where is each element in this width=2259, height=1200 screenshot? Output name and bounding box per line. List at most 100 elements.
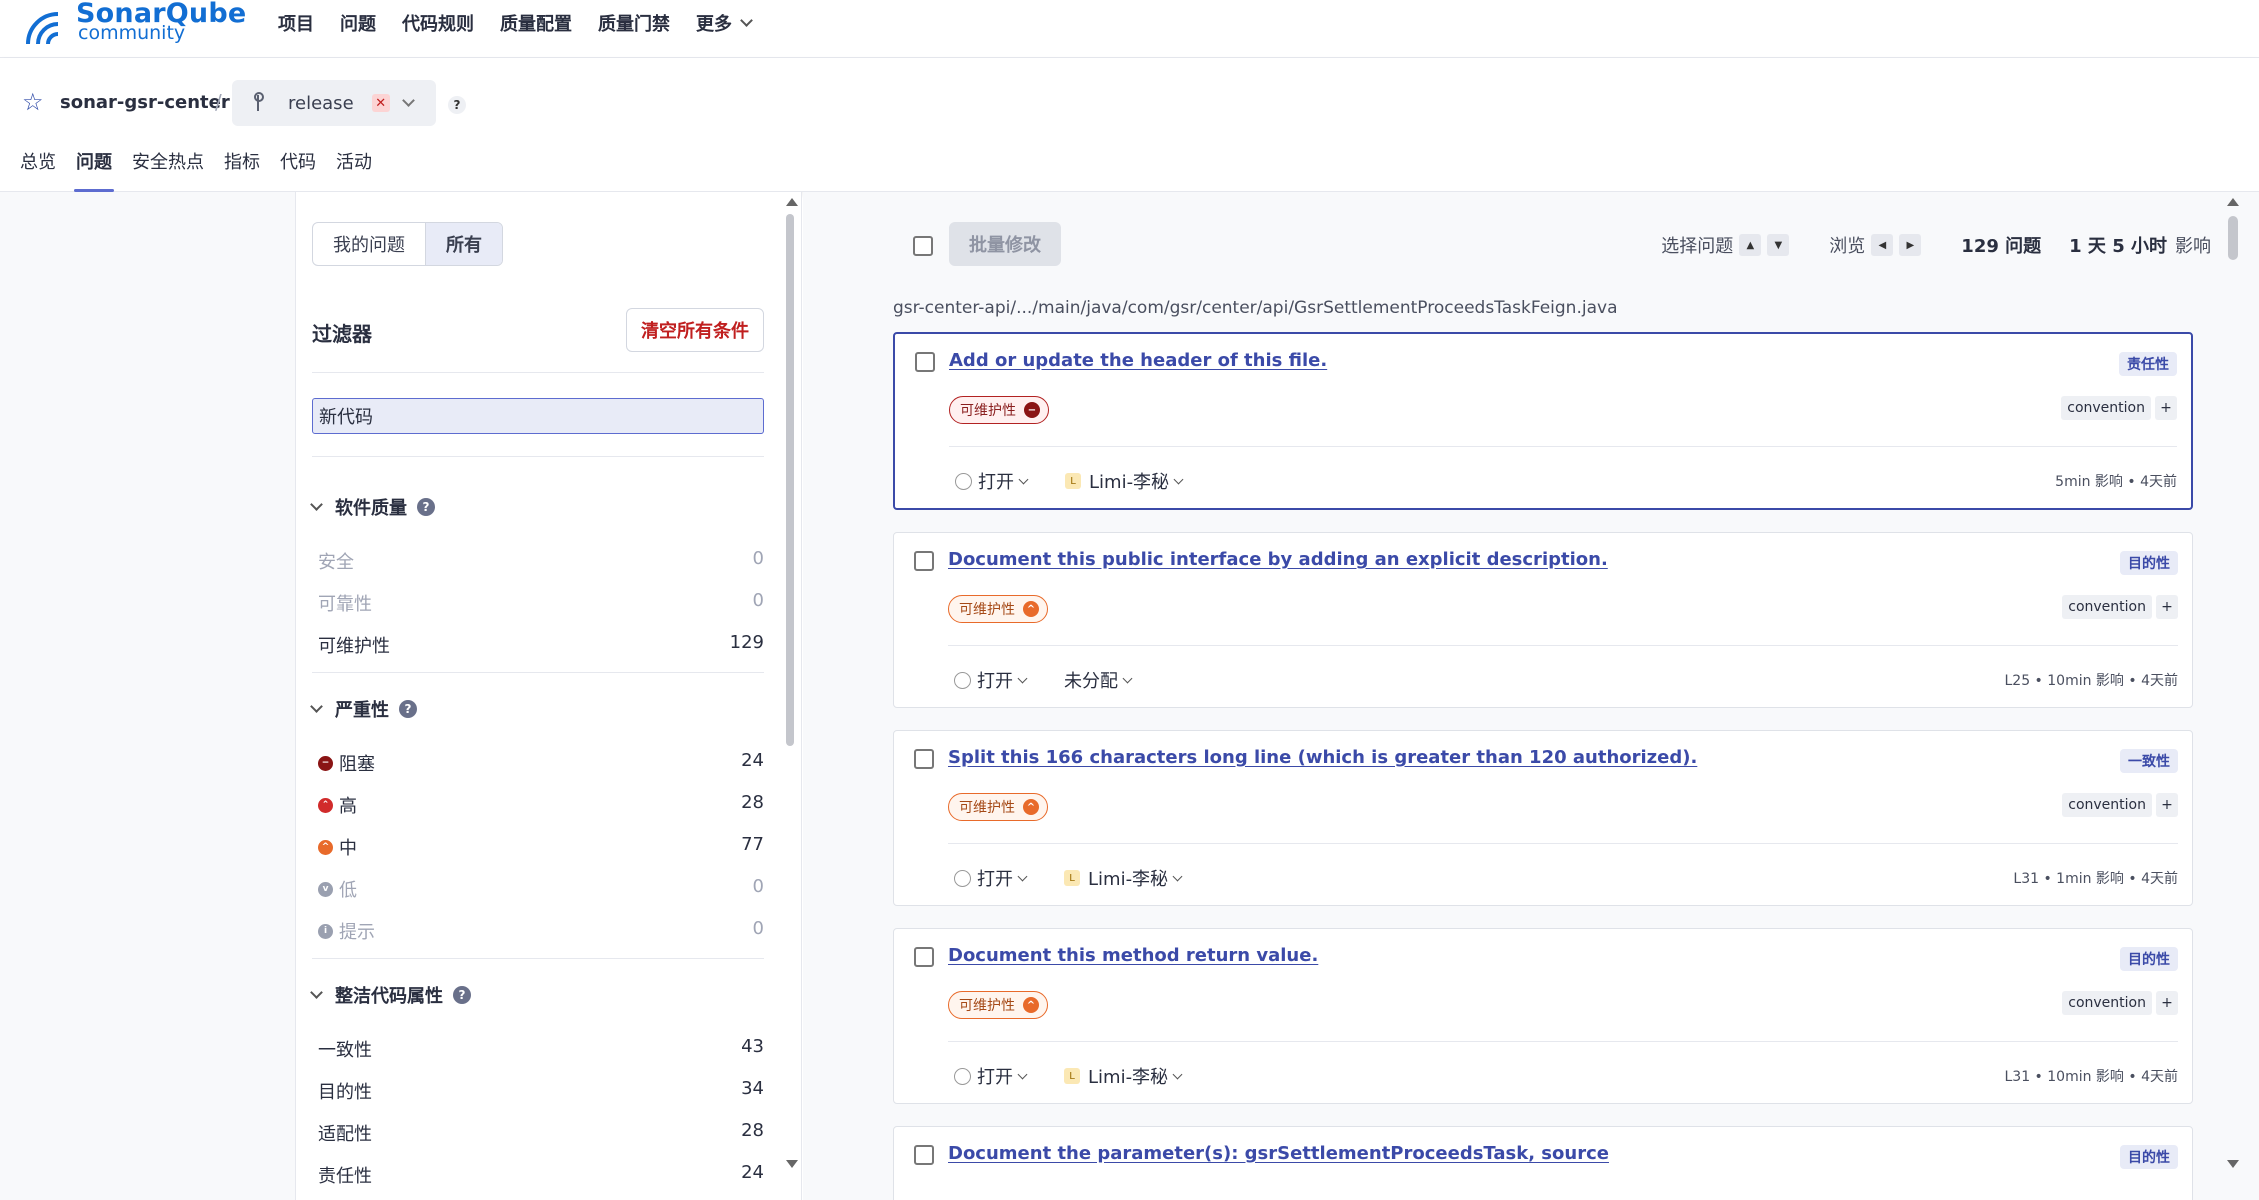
favorite-star-icon[interactable]: ☆ (22, 88, 44, 116)
scroll-up-arrow-icon[interactable] (2227, 198, 2239, 206)
branch-help-icon[interactable]: ? (448, 96, 466, 114)
select-all-checkbox[interactable] (913, 236, 933, 256)
issue-tag[interactable]: convention (2062, 793, 2152, 817)
facet-severity-header[interactable]: 严重性 ? (310, 696, 417, 722)
issue-title-link[interactable]: Document this public interface by adding… (948, 549, 1608, 570)
issue-checkbox[interactable] (914, 749, 934, 769)
facet-item-label: 适配性 (318, 1124, 372, 1145)
facet-item-adaptability[interactable]: 适配性 28 (318, 1120, 764, 1146)
quality-impact-badge[interactable]: 可维护性 ^ (948, 793, 1048, 821)
add-tag-button[interactable]: + (2155, 396, 2177, 420)
quality-impact-badge[interactable]: 可维护性 − (949, 396, 1049, 424)
sonarqube-logo[interactable]: SonarQube community (24, 0, 246, 50)
nav-issues[interactable]: 问题 (340, 10, 376, 36)
nav-projects[interactable]: 项目 (278, 10, 314, 36)
facet-item-blocker[interactable]: − 阻塞 24 (318, 750, 764, 776)
facet-item-label: 中 (339, 838, 357, 859)
facet-item-responsibility[interactable]: 责任性 24 (318, 1162, 764, 1188)
issue-card[interactable]: Document this method return value. 目的性 可… (893, 928, 2193, 1104)
facet-software-quality-header[interactable]: 软件质量 ? (310, 494, 435, 520)
nav-rules[interactable]: 代码规则 (402, 10, 474, 36)
scroll-down-arrow-icon[interactable] (2227, 1160, 2239, 1168)
issue-status-dropdown[interactable]: 打开 (954, 1063, 1028, 1089)
tab-activity[interactable]: 活动 (336, 148, 372, 192)
issue-assignee-dropdown[interactable]: L Limi-李秘 (1065, 468, 1184, 494)
facet-item-consistency[interactable]: 一致性 43 (318, 1036, 764, 1062)
file-path: gsr-center-api/.../main/java/com/gsr/cen… (893, 298, 1618, 318)
issue-card[interactable]: Add or update the header of this file. 责… (893, 332, 2193, 510)
status-open-icon (954, 1067, 971, 1085)
chevron-down-icon (1172, 871, 1183, 881)
issue-title-link[interactable]: Add or update the header of this file. (949, 350, 1327, 371)
help-icon[interactable]: ? (399, 700, 417, 718)
facet-item-medium[interactable]: ^ 中 77 (318, 834, 764, 860)
arrow-right-key-icon: ▶ (1899, 234, 1922, 256)
my-issues-button[interactable]: 我的问题 (313, 223, 425, 265)
issue-assignee-dropdown[interactable]: L Limi-李秘 (1064, 1063, 1183, 1089)
bulk-change-button[interactable]: 批量修改 (949, 222, 1061, 266)
issue-tag[interactable]: convention (2062, 991, 2152, 1015)
clear-all-filters-button[interactable]: 清空所有条件 (626, 308, 764, 352)
quality-impact-badge[interactable]: 可维护性 ^ (948, 595, 1048, 623)
issue-tag[interactable]: convention (2061, 396, 2151, 420)
facet-item-label: 高 (339, 796, 357, 817)
add-tag-button[interactable]: + (2156, 595, 2178, 619)
issue-status-dropdown[interactable]: 打开 (954, 667, 1028, 693)
issue-checkbox[interactable] (915, 352, 935, 372)
quality-impact-badge[interactable]: 可维护性 ^ (948, 991, 1048, 1019)
facet-clean-code-header[interactable]: 整洁代码属性 ? (310, 982, 471, 1008)
assignee-name: Limi-李秘 (1088, 869, 1169, 890)
issue-card[interactable]: Document this public interface by adding… (893, 532, 2193, 708)
issue-assignee-dropdown[interactable]: 未分配 (1064, 667, 1133, 693)
main-scrollbar[interactable] (2228, 216, 2238, 260)
facet-item-count: 24 (741, 750, 764, 771)
info-severity-icon: i (318, 923, 333, 939)
nav-quality-profiles[interactable]: 质量配置 (500, 10, 572, 36)
issue-assignee-dropdown[interactable]: L Limi-李秘 (1064, 865, 1183, 891)
add-tag-button[interactable]: + (2156, 991, 2178, 1015)
nav-quality-gates[interactable]: 质量门禁 (598, 10, 670, 36)
project-header: ☆ sonar-gsr-center / release ✕ ? 总览 问题 安… (0, 58, 2259, 192)
sidebar-scrollbar[interactable] (786, 214, 794, 746)
project-name[interactable]: sonar-gsr-center (60, 92, 230, 113)
tab-issues[interactable]: 问题 (74, 148, 114, 192)
issue-title-link[interactable]: Document the parameter(s): gsrSettlement… (948, 1143, 1609, 1164)
add-tag-button[interactable]: + (2156, 793, 2178, 817)
nav-more[interactable]: 更多 (696, 10, 753, 36)
issue-title-link[interactable]: Split this 166 characters long line (whi… (948, 747, 1697, 768)
facet-item-info[interactable]: i 提示 0 (318, 918, 764, 944)
issue-title-link[interactable]: Document this method return value. (948, 945, 1318, 966)
issue-card[interactable]: Document the parameter(s): gsrSettlement… (893, 1126, 2193, 1200)
issue-checkbox[interactable] (914, 1145, 934, 1165)
facet-item-intentionality[interactable]: 目的性 34 (318, 1078, 764, 1104)
facet-item-low[interactable]: v低 0 (318, 876, 764, 902)
issue-checkbox[interactable] (914, 551, 934, 571)
all-issues-button[interactable]: 所有 (425, 223, 502, 265)
help-icon[interactable]: ? (453, 986, 471, 1004)
facet-item-count: 0 (752, 590, 764, 611)
main-menu: 项目 问题 代码规则 质量配置 质量门禁 更多 (278, 10, 777, 36)
scroll-down-arrow-icon[interactable] (786, 1160, 798, 1168)
issue-status-dropdown[interactable]: 打开 (954, 865, 1028, 891)
tab-overview[interactable]: 总览 (20, 148, 56, 192)
medium-severity-icon: ^ (1023, 601, 1039, 617)
help-icon[interactable]: ? (417, 498, 435, 516)
issue-status-dropdown[interactable]: 打开 (955, 468, 1029, 494)
high-severity-icon: ⌃ (318, 797, 333, 813)
tab-security-hotspots[interactable]: 安全热点 (132, 148, 204, 192)
issue-tag[interactable]: convention (2062, 595, 2152, 619)
facet-item-high[interactable]: ⌃ 高 28 (318, 792, 764, 818)
new-code-filter[interactable]: 新代码 (312, 398, 764, 434)
facet-item-maintainability[interactable]: 可维护性 129 (318, 632, 764, 658)
branch-selector[interactable]: release ✕ (232, 80, 436, 126)
tab-code[interactable]: 代码 (280, 148, 316, 192)
facet-item-reliability[interactable]: 可靠性 0 (318, 590, 764, 616)
issue-card[interactable]: Split this 166 characters long line (whi… (893, 730, 2193, 906)
divider (312, 372, 764, 373)
facet-item-count: 77 (741, 834, 764, 855)
scroll-up-arrow-icon[interactable] (786, 198, 798, 206)
issue-checkbox[interactable] (914, 947, 934, 967)
navigate-label: 浏览 (1829, 236, 1866, 257)
facet-item-security[interactable]: 安全 0 (318, 548, 764, 574)
tab-measures[interactable]: 指标 (224, 148, 260, 192)
